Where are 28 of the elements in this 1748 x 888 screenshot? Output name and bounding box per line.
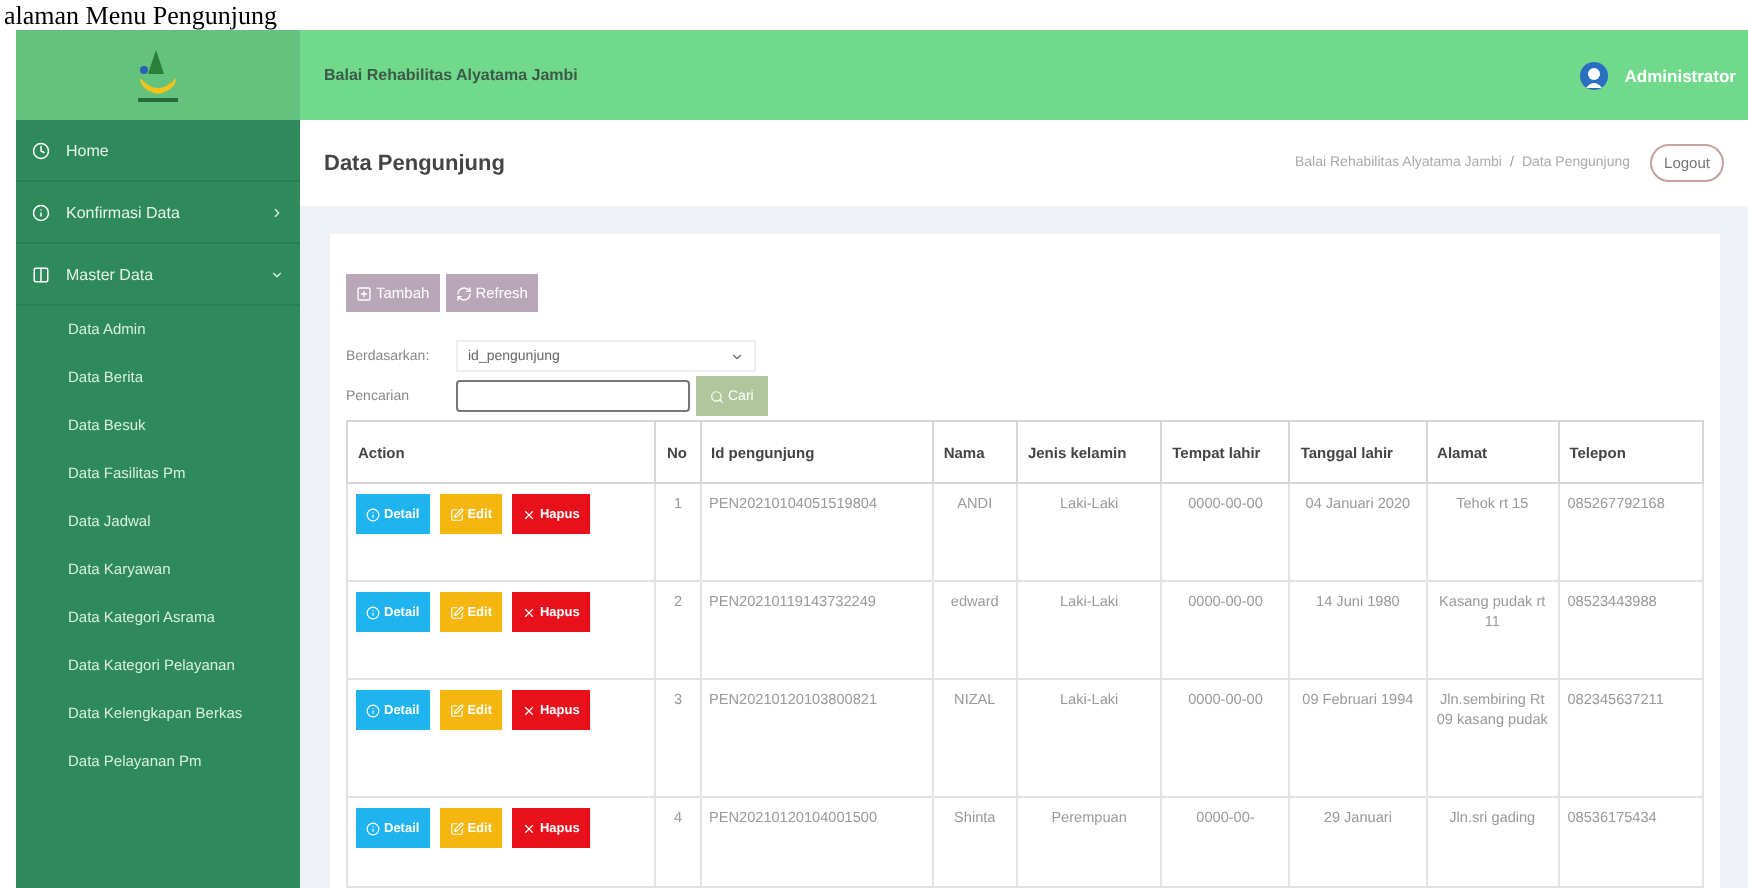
- sidebar-item[interactable]: Master Data: [66, 265, 254, 283]
- search-field[interactable]: [456, 380, 690, 412]
- info-icon: [366, 605, 380, 619]
- edit-icon: [449, 703, 464, 717]
- edit-icon: [449, 605, 464, 619]
- logo-icon: [132, 45, 184, 105]
- clock-icon: [32, 141, 50, 159]
- document-caption: alaman Menu Pengunjung: [2, 0, 279, 30]
- avatar-icon: [1580, 61, 1609, 89]
- close-icon: [521, 703, 536, 717]
- caret-icon: [730, 349, 744, 363]
- edit-icon: [449, 507, 464, 521]
- close-icon: [521, 821, 536, 835]
- columns-icon: [32, 265, 50, 283]
- refresh-icon: [455, 285, 472, 301]
- edit-icon: [449, 821, 464, 835]
- close-icon: [521, 507, 536, 521]
- plus-icon: [356, 285, 372, 301]
- sidebar-item[interactable]: Konfirmasi Data: [66, 203, 254, 221]
- info-icon: [366, 507, 380, 521]
- info-icon: [32, 203, 50, 221]
- close-icon: [521, 605, 536, 619]
- page-title: Data Pengunjung: [324, 151, 507, 175]
- sidebar-item[interactable]: Home: [66, 141, 284, 159]
- site-title: Balai Rehabilitas Alyatama Jambi: [324, 66, 580, 84]
- info-icon: [366, 703, 380, 717]
- info-icon: [366, 821, 380, 835]
- search-icon: [710, 389, 724, 403]
